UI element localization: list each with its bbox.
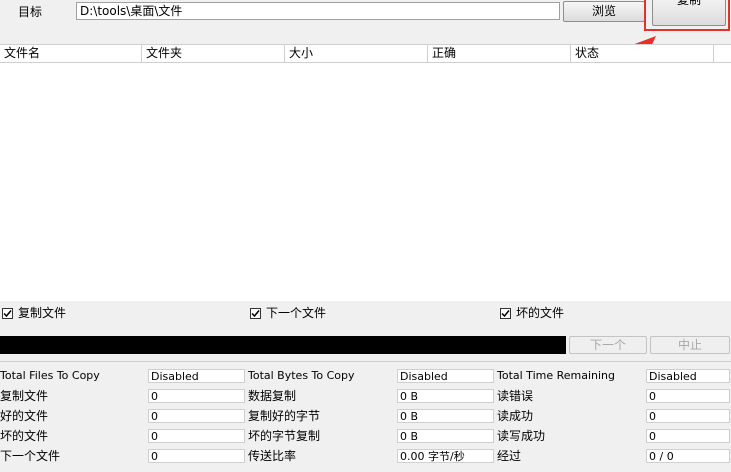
- stat-value-total-bytes: Disabled: [397, 369, 494, 383]
- progress-bar: [0, 336, 566, 354]
- stat-label-copied-files: 复制文件: [0, 389, 49, 403]
- file-list-header: 文件名 文件夹 大小 正确 状态: [0, 44, 731, 63]
- stat-label-time-remaining: Total Time Remaining: [497, 369, 616, 382]
- stat-label-data-copied: 数据复制: [248, 389, 297, 403]
- stat-label-read-success: 读成功: [497, 409, 534, 423]
- checkbox-copy-files[interactable]: 复制文件: [2, 305, 66, 321]
- stat-value-bad-files: 0: [148, 429, 245, 443]
- checkbox-next-file[interactable]: 下一个文件: [250, 305, 326, 321]
- stat-label-good-files: 好的文件: [0, 409, 49, 423]
- checkbox-icon[interactable]: [2, 307, 13, 319]
- stat-value-write-success: 0: [646, 429, 730, 443]
- stat-value-copied-files: 0: [148, 389, 245, 403]
- checkbox-bad-files[interactable]: 坏的文件: [500, 305, 564, 321]
- checkbox-icon[interactable]: [250, 307, 261, 319]
- stat-label-bad-bytes: 坏的字节复制: [248, 429, 321, 443]
- stat-value-elapsed: 0 / 0: [646, 449, 730, 463]
- stat-value-good-files: 0: [148, 409, 245, 423]
- stat-value-good-bytes: 0 B: [397, 409, 494, 423]
- column-header-correct[interactable]: 正确: [428, 45, 571, 62]
- stat-label-total-bytes: Total Bytes To Copy: [248, 369, 355, 382]
- stat-label-read-errors: 读错误: [497, 389, 534, 403]
- column-header-filename[interactable]: 文件名: [0, 45, 142, 62]
- stat-value-data-copied: 0 B: [397, 389, 494, 403]
- checkbox-icon[interactable]: [500, 307, 511, 319]
- stat-value-transfer-rate: 0.00 字节/秒: [397, 449, 494, 463]
- stat-label-good-bytes: 复制好的字节: [248, 409, 321, 423]
- stat-value-read-errors: 0: [646, 389, 730, 403]
- stat-value-time-remaining: Disabled: [646, 369, 730, 383]
- stop-button[interactable]: 中止: [650, 336, 730, 354]
- checkbox-label: 复制文件: [18, 306, 67, 320]
- column-header-size[interactable]: 大小: [285, 45, 428, 62]
- checkbox-label: 下一个文件: [266, 306, 327, 320]
- stat-value-bad-bytes: 0 B: [397, 429, 494, 443]
- column-header-folder[interactable]: 文件夹: [142, 45, 285, 62]
- stat-label-write-success: 读写成功: [497, 429, 546, 443]
- column-header-status[interactable]: 状态: [571, 45, 714, 62]
- stat-label-transfer-rate: 传送比率: [248, 449, 297, 463]
- stat-label-next-file: 下一个文件: [0, 449, 61, 463]
- file-list[interactable]: [0, 63, 731, 301]
- separator: [0, 361, 731, 362]
- stat-label-total-files: Total Files To Copy: [0, 369, 100, 382]
- stat-label-elapsed: 经过: [497, 449, 522, 463]
- next-button[interactable]: 下一个: [569, 336, 647, 354]
- stat-value-read-success: 0: [646, 409, 730, 423]
- stat-value-total-files: Disabled: [148, 369, 245, 383]
- checkbox-label: 坏的文件: [516, 306, 565, 320]
- stat-label-bad-files: 坏的文件: [0, 429, 49, 443]
- stat-value-next-file: 0: [148, 449, 245, 463]
